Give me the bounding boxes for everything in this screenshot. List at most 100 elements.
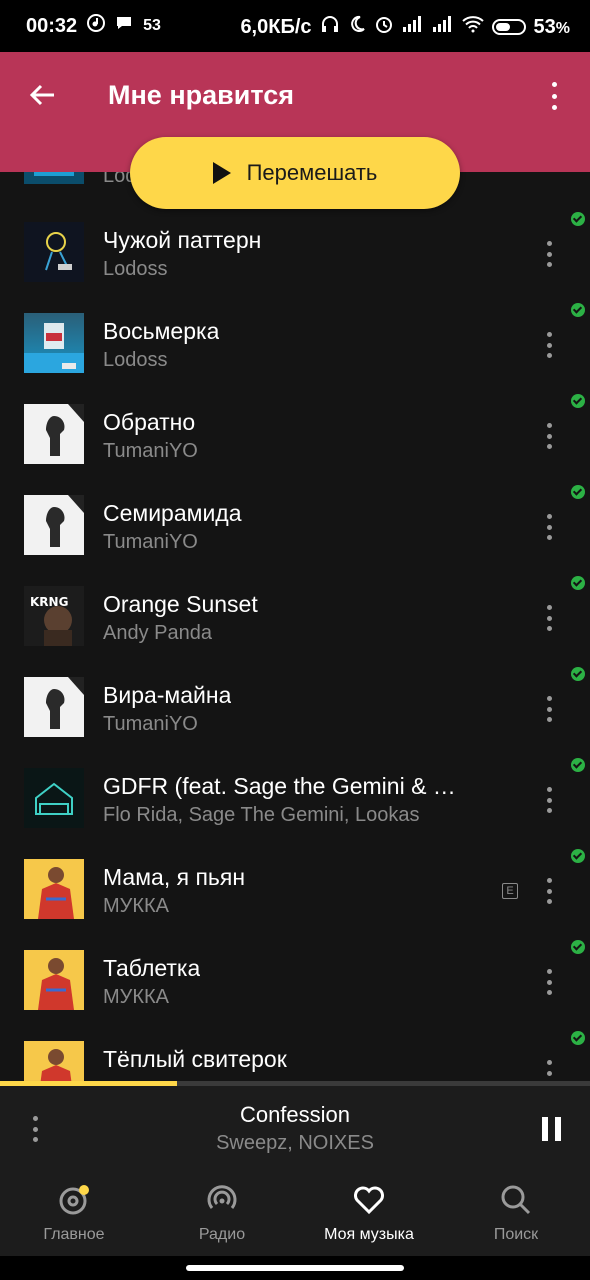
home-disc-icon xyxy=(58,1184,90,1216)
mini-player[interactable]: Confession Sweepz, NOIXES xyxy=(0,1086,590,1174)
track-title: Восьмерка xyxy=(103,318,220,344)
list-item[interactable]: Обратно TumaniYO xyxy=(0,382,590,473)
alarm-icon xyxy=(374,14,394,40)
album-cover xyxy=(24,768,84,828)
track-list[interactable]: Lodoss Чужой паттерн Lodoss Восьмерка Lo… xyxy=(0,172,590,1082)
track-title: Обратно xyxy=(103,409,196,435)
pause-icon[interactable] xyxy=(542,1117,562,1141)
album-cover xyxy=(24,404,84,464)
track-artist: Andy Panda xyxy=(103,622,212,644)
nav-item-search[interactable]: Поиск xyxy=(442,1174,590,1256)
track-menu-icon[interactable] xyxy=(545,605,553,631)
track-artist: TumaniYO xyxy=(103,531,198,553)
track-artist: TumaniYO xyxy=(103,713,198,735)
downloaded-check-icon xyxy=(571,1031,585,1045)
downloaded-check-icon xyxy=(571,576,585,590)
nav-item-my-music[interactable]: Моя музыка xyxy=(295,1174,443,1256)
album-cover xyxy=(24,677,84,737)
track-menu-icon[interactable] xyxy=(545,969,553,995)
downloaded-check-icon xyxy=(571,394,585,408)
page-title: Мне нравится xyxy=(108,80,294,110)
album-cover: KRNG xyxy=(24,586,84,646)
track-artist: МУККА xyxy=(103,986,170,1008)
shuffle-button[interactable]: Перемешать xyxy=(130,137,460,209)
downloaded-check-icon xyxy=(571,212,585,226)
track-menu-icon[interactable] xyxy=(545,514,553,540)
track-menu-icon[interactable] xyxy=(545,423,553,449)
track-title: Чужой паттерн xyxy=(103,227,262,253)
nav-label: Главное xyxy=(43,1226,105,1243)
list-item[interactable]: Тёплый свитерок xyxy=(0,1019,590,1082)
home-indicator[interactable] xyxy=(186,1265,404,1271)
network-speed: 6,0КБ/с xyxy=(240,15,312,38)
track-title: Тёплый свитерок xyxy=(103,1046,287,1072)
list-item[interactable]: Таблетка МУККА xyxy=(0,928,590,1019)
downloaded-check-icon xyxy=(571,940,585,954)
moon-icon xyxy=(348,15,366,39)
list-item[interactable]: Чужой паттерн Lodoss xyxy=(0,200,590,291)
album-cover xyxy=(24,495,84,555)
track-artist: TumaniYO xyxy=(103,440,198,462)
track-title: Вира-майна xyxy=(103,682,232,708)
album-cover xyxy=(24,222,84,282)
battery-level: 53% xyxy=(533,15,570,38)
album-cover xyxy=(24,313,84,373)
svg-text:KRNG: KRNG xyxy=(30,595,68,609)
nav-item-radio[interactable]: Радио xyxy=(148,1174,296,1256)
headphones-icon xyxy=(320,14,340,40)
more-options-icon[interactable] xyxy=(540,80,568,112)
downloaded-check-icon xyxy=(571,667,585,681)
track-title: GDFR (feat. Sage the Gemini & … xyxy=(103,773,456,799)
nav-label: Поиск xyxy=(493,1226,539,1243)
track-menu-icon[interactable] xyxy=(545,332,553,358)
list-item[interactable]: Вира-майна TumaniYO xyxy=(0,655,590,746)
signal-icon-2 xyxy=(432,15,454,39)
track-title: Семирамида xyxy=(103,500,242,526)
downloaded-check-icon xyxy=(571,849,585,863)
music-note-icon xyxy=(87,14,106,38)
now-playing-artist: Sweepz, NOIXES xyxy=(216,1132,374,1154)
track-artist: Lodoss xyxy=(103,258,168,280)
nav-item-home[interactable]: Главное xyxy=(0,1174,148,1256)
explicit-badge: E xyxy=(502,883,518,899)
signal-icon-1 xyxy=(402,15,424,39)
shuffle-label: Перемешать xyxy=(246,160,378,185)
now-playing-title: Confession xyxy=(239,1102,351,1127)
play-icon xyxy=(212,162,231,184)
search-icon xyxy=(500,1184,532,1216)
list-item[interactable]: Мама, я пьян МУККА E xyxy=(0,837,590,928)
track-title: Мама, я пьян xyxy=(103,864,246,890)
track-artist: Lodoss xyxy=(103,349,168,371)
album-cover xyxy=(24,950,84,1010)
album-cover xyxy=(24,859,84,919)
downloaded-check-icon xyxy=(571,303,585,317)
downloaded-check-icon xyxy=(571,758,585,772)
wifi-icon xyxy=(461,15,484,39)
track-title: Orange Sunset xyxy=(103,591,258,617)
back-arrow-icon[interactable] xyxy=(28,80,58,110)
track-menu-icon[interactable] xyxy=(545,696,553,722)
track-menu-icon[interactable] xyxy=(545,241,553,267)
bottom-nav: Главное Радио Моя музыка Поиск xyxy=(0,1174,590,1256)
list-item[interactable]: Семирамида TumaniYO xyxy=(0,473,590,564)
album-cover xyxy=(24,172,84,184)
battery-icon xyxy=(491,19,526,35)
downloaded-check-icon xyxy=(571,485,585,499)
track-artist: МУККА xyxy=(103,895,170,917)
track-menu-icon[interactable] xyxy=(545,1060,553,1082)
notification-count: 53 xyxy=(143,17,161,34)
nav-label: Моя музыка xyxy=(324,1226,414,1243)
list-item[interactable]: KRNG Orange Sunset Andy Panda xyxy=(0,564,590,655)
list-item[interactable]: GDFR (feat. Sage the Gemini & … Flo Rida… xyxy=(0,746,590,837)
list-item[interactable]: Восьмерка Lodoss xyxy=(0,291,590,382)
radio-icon xyxy=(206,1184,238,1216)
heart-icon xyxy=(353,1184,385,1216)
status-time: 00:32 xyxy=(26,14,78,37)
track-menu-icon[interactable] xyxy=(545,787,553,813)
track-menu-icon[interactable] xyxy=(545,878,553,904)
nav-label: Радио xyxy=(198,1226,246,1243)
status-bar: 00:32 53 6,0КБ/с 53% xyxy=(0,0,590,52)
track-title: Таблетка xyxy=(103,955,201,981)
album-cover xyxy=(24,1041,84,1082)
chat-icon xyxy=(115,14,133,38)
